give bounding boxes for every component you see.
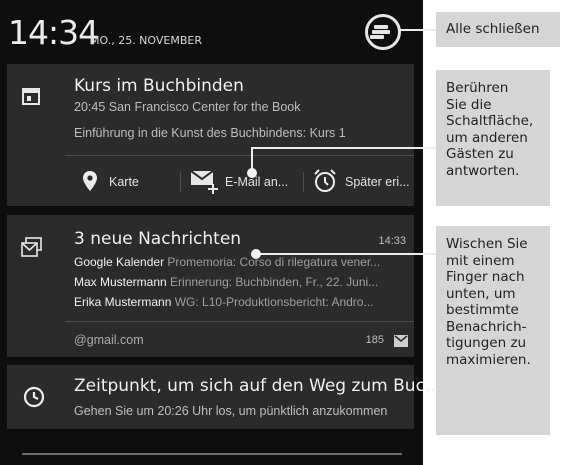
message-preview: Promemoria: Corso di rilegatura vener... <box>167 255 381 269</box>
clear-all-icon-bar <box>370 35 384 39</box>
drag-handle[interactable] <box>22 453 402 455</box>
message-preview: Erinnerung: Buchbinden, Fr., 22. Juni... <box>170 275 379 289</box>
event-title: Kurs im Buchbinden <box>74 76 244 96</box>
date-label: MO., 25. NOVEMBER <box>90 34 202 47</box>
mail-icon <box>394 335 408 347</box>
callout-dot <box>247 168 257 178</box>
notification-shade: 14:34 MO., 25. NOVEMBER Kurs im Buchbind… <box>0 0 441 465</box>
callout-clear-all: Alle schließen <box>436 12 560 47</box>
icon-column <box>7 64 65 206</box>
message-row[interactable]: Erika Mustermann WG: L10-Produktionsberi… <box>74 295 373 309</box>
callout-dot <box>251 249 261 259</box>
message-sender: Erika Mustermann <box>74 295 172 309</box>
departure-reminder-notification[interactable]: Zeitpunkt, um sich auf den Weg zum Buc..… <box>7 365 441 429</box>
message-sender: Max Mustermann <box>74 275 167 289</box>
clock-time: 14:34 <box>8 13 99 52</box>
divider <box>65 321 414 322</box>
email-guests-button[interactable]: E-Mail an... <box>185 156 300 206</box>
callout-tap-button: Berühren Sie die Schaltfläche, um andere… <box>436 70 550 206</box>
divider <box>303 172 304 192</box>
message-sender: Google Kalender <box>74 255 165 269</box>
snooze-button[interactable]: Später eri... <box>309 156 414 206</box>
clear-all-button[interactable] <box>365 14 401 50</box>
reminder-subtitle: Gehen Sie um 20:26 Uhr los, um pünktlich… <box>74 404 388 418</box>
callout-leader-line <box>251 147 436 149</box>
email-label: E-Mail an... <box>225 175 289 189</box>
email-add-icon <box>191 171 218 194</box>
notification-actions: Karte E-Mail an... Später eri... <box>65 156 414 206</box>
gmail-title: 3 neue Nachrichten <box>74 229 242 249</box>
clear-all-icon-bar <box>372 30 390 34</box>
message-preview: WG: L10-Produktionsbericht: Andro... <box>174 295 374 309</box>
divider <box>180 172 181 192</box>
gmail-stack-icon <box>21 237 42 257</box>
callout-leader-line <box>398 29 436 31</box>
calendar-icon <box>22 88 40 105</box>
clear-all-icon <box>374 25 388 29</box>
callout-swipe: Wischen Sie mit einem Finger nach unten,… <box>436 226 550 435</box>
icon-column <box>7 365 65 429</box>
map-button[interactable]: Karte <box>79 156 179 206</box>
calendar-notification[interactable]: Kurs im Buchbinden 20:45 San Francisco C… <box>7 64 414 206</box>
snooze-label: Später eri... <box>345 175 410 189</box>
map-label: Karte <box>109 175 139 189</box>
gmail-time: 14:33 <box>378 235 406 247</box>
reminder-title: Zeitpunkt, um sich auf den Weg zum Buc..… <box>74 376 442 396</box>
account-label: @gmail.com <box>74 333 144 347</box>
gmail-notification[interactable]: 3 neue Nachrichten 14:33 Google Kalender… <box>7 215 414 357</box>
unread-count: 185 <box>365 334 384 346</box>
callout-leader-line <box>258 253 436 255</box>
event-time-location: 20:45 San Francisco Center for the Book <box>74 100 301 114</box>
alarm-clock-icon <box>314 169 336 192</box>
clock-icon <box>23 386 45 408</box>
map-pin-icon <box>83 171 97 191</box>
status-header: 14:34 MO., 25. NOVEMBER <box>0 0 423 58</box>
message-row[interactable]: Max Mustermann Erinnerung: Buchbinden, F… <box>74 275 378 289</box>
icon-column <box>7 215 65 357</box>
event-description: Einführung in die Kunst des Buchbindens:… <box>74 126 346 140</box>
message-row[interactable]: Google Kalender Promemoria: Corso di ril… <box>74 255 380 269</box>
